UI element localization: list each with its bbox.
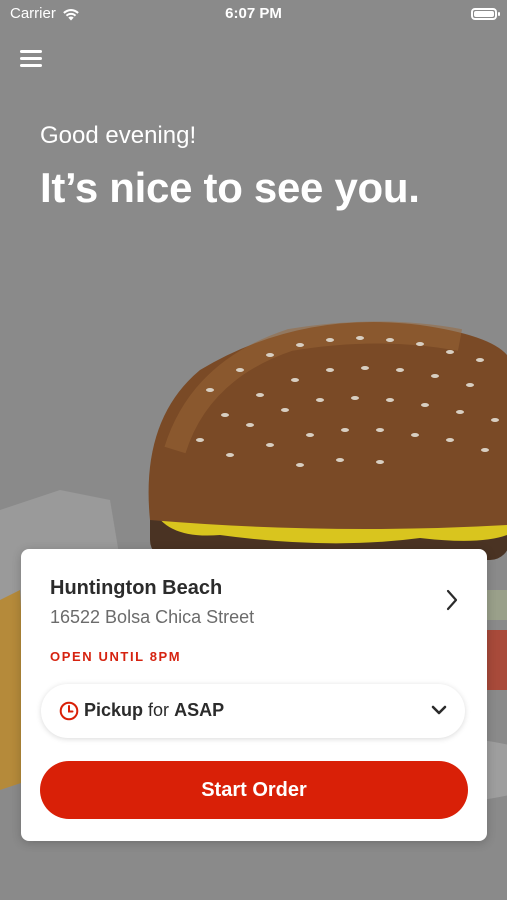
status-time: 6:07 PM [225,5,282,22]
order-mode-label: Pickup [84,700,144,720]
chevron-right-icon [446,589,458,611]
location-card: Huntington Beach 16522 Bolsa Chica Stree… [21,549,487,841]
clock-icon [59,701,79,721]
greeting-subtitle: Good evening! [40,122,197,149]
chevron-down-icon [431,705,447,715]
order-time-label: ASAP [174,700,225,720]
order-mode-text: Pickup for ASAP [84,700,224,721]
order-mode-selector[interactable]: Pickup for ASAP [41,684,465,738]
battery-icon [471,8,500,20]
menu-icon[interactable] [20,48,42,68]
order-mode-connector: for [148,700,170,720]
status-bar: Carrier 6:07 PM [0,0,507,28]
store-address: 16522 Bolsa Chica Street [50,607,255,627]
greeting-headline: It’s nice to see you. [40,164,420,211]
store-selector[interactable]: Huntington Beach 16522 Bolsa Chica Stree… [21,549,487,639]
start-order-button[interactable]: Start Order [40,761,468,819]
store-name: Huntington Beach [50,577,223,599]
store-hours-status: OPEN UNTIL 8PM [50,649,182,664]
home-screen: Carrier 6:07 PM Good evening! It’s nice … [0,0,507,900]
